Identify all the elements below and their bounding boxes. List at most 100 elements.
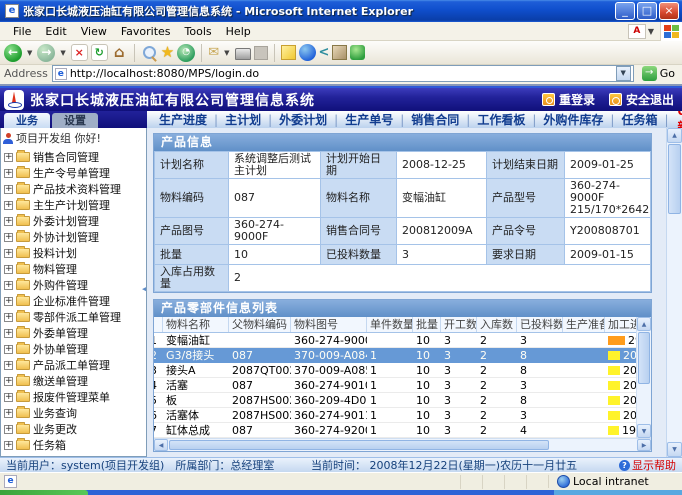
research-icon[interactable] bbox=[332, 45, 347, 60]
expand-icon[interactable] bbox=[4, 201, 13, 210]
scroll-left-icon[interactable]: ◀ bbox=[154, 439, 168, 451]
tree-item-business-query[interactable]: 业务查询 bbox=[1, 405, 146, 421]
forward-dropdown[interactable]: ▼ bbox=[58, 49, 67, 57]
table-row[interactable]: 3 接头A 2087QT002 370-009-A0850 1 10 3 2 8… bbox=[154, 363, 636, 378]
nav-purchased-stock[interactable]: 外购件库存 bbox=[543, 111, 621, 128]
menu-edit[interactable]: Edit bbox=[38, 23, 73, 40]
snagit-icon[interactable]: < bbox=[319, 45, 330, 60]
col-progress[interactable]: 加工进度 bbox=[605, 317, 636, 332]
tree-item-outsource-plan[interactable]: 外委计划管理 bbox=[1, 213, 146, 229]
refresh-button[interactable]: ↻ bbox=[91, 44, 108, 61]
scroll-thumb[interactable] bbox=[638, 332, 650, 384]
expand-icon[interactable] bbox=[4, 393, 13, 402]
table-row-selected[interactable]: 2 G3/8接头 087 370-009-A0840 1 10 3 2 8 20… bbox=[154, 348, 636, 363]
parts-table-vscrollbar[interactable]: ▲ ▼ bbox=[636, 317, 651, 438]
relogin-button[interactable]: 重登录 bbox=[542, 91, 595, 108]
mail-icon[interactable]: ✉ bbox=[208, 44, 219, 61]
tab-business[interactable]: 业务 bbox=[4, 113, 50, 128]
tree-item-scrap-mgmt[interactable]: 报废件管理菜单 bbox=[1, 389, 146, 405]
expand-icon[interactable] bbox=[4, 265, 13, 274]
expand-icon[interactable] bbox=[4, 329, 13, 338]
nav-master-plan[interactable]: 主计划 bbox=[225, 111, 279, 128]
tree-item-tech-docs[interactable]: 产品技术资料管理 bbox=[1, 181, 146, 197]
tree-item-standard-parts[interactable]: 企业标准件管理 bbox=[1, 293, 146, 309]
expand-icon[interactable] bbox=[4, 169, 13, 178]
back-dropdown[interactable]: ▼ bbox=[25, 49, 34, 57]
discuss-icon[interactable] bbox=[281, 45, 296, 60]
print-icon[interactable] bbox=[235, 48, 251, 60]
adobe-pdf-icon[interactable]: A bbox=[628, 24, 646, 39]
expand-icon[interactable] bbox=[4, 441, 13, 450]
tree-item-coop-order[interactable]: 外协单管理 bbox=[1, 341, 146, 357]
nav-work-board[interactable]: 工作看板 bbox=[477, 111, 543, 128]
minimize-button[interactable]: _ bbox=[615, 2, 635, 20]
nav-task-box[interactable]: 任务箱 bbox=[621, 111, 675, 128]
tree-item-material-mgmt[interactable]: 物料管理 bbox=[1, 261, 146, 277]
col-batch[interactable]: 批量 bbox=[413, 317, 441, 332]
scroll-down-icon[interactable]: ▼ bbox=[637, 424, 651, 438]
edit-icon[interactable] bbox=[254, 46, 268, 60]
expand-icon[interactable] bbox=[4, 409, 13, 418]
tree-item-task-box[interactable]: 任务箱 bbox=[1, 437, 146, 453]
start-button[interactable] bbox=[0, 490, 88, 495]
expand-icon[interactable] bbox=[4, 425, 13, 434]
tree-item-master-plan[interactable]: 主生产计划管理 bbox=[1, 197, 146, 213]
tree-collapse-handle[interactable]: ◀ bbox=[142, 278, 147, 300]
expand-icon[interactable] bbox=[4, 297, 13, 306]
menu-favorites[interactable]: Favorites bbox=[114, 23, 178, 40]
expand-icon[interactable] bbox=[4, 281, 13, 290]
menu-help[interactable]: Help bbox=[219, 23, 258, 40]
expand-icon[interactable] bbox=[4, 217, 13, 226]
messenger-globe-icon[interactable] bbox=[299, 44, 316, 61]
col-started[interactable]: 开工数 bbox=[441, 317, 477, 332]
menu-tools[interactable]: Tools bbox=[178, 23, 219, 40]
table-row[interactable]: 1 变幅油缸 360-274-9000F 10 3 2 3 29 % bbox=[154, 333, 636, 348]
nav-production-progress[interactable]: 生产进度 bbox=[159, 111, 225, 128]
go-button[interactable]: → Go bbox=[638, 66, 679, 81]
tree-item-delivery-order[interactable]: 缴送单管理 bbox=[1, 373, 146, 389]
maximize-button[interactable]: □ bbox=[637, 2, 657, 20]
scroll-thumb[interactable] bbox=[169, 440, 549, 450]
mail-dropdown[interactable]: ▼ bbox=[222, 49, 231, 57]
table-row[interactable]: 6 活塞体 2087HS002 360-274-9011W 1 10 3 2 3… bbox=[154, 408, 636, 423]
history-icon[interactable]: ◔ bbox=[177, 44, 195, 62]
expand-icon[interactable] bbox=[4, 185, 13, 194]
menu-view[interactable]: View bbox=[74, 23, 114, 40]
col-unit-qty[interactable]: 单件数量 bbox=[367, 317, 413, 332]
table-row[interactable]: 7 缸体总成 087 360-274-9200F 1 10 3 2 4 19 % bbox=[154, 423, 636, 438]
address-dropdown[interactable]: ▼ bbox=[616, 66, 631, 81]
badge-new-count[interactable]: 0新 bbox=[678, 111, 682, 128]
col-in-stock[interactable]: 入库数 bbox=[477, 317, 517, 332]
table-row[interactable]: 5 板 2087HS002 360-209-4D010 1 10 3 2 8 2… bbox=[154, 393, 636, 408]
tree-item-order-no[interactable]: 生产令号单管理 bbox=[1, 165, 146, 181]
scroll-thumb[interactable] bbox=[668, 144, 681, 214]
parts-table-hscrollbar[interactable]: ◀ ▶ bbox=[154, 438, 651, 451]
col-fed[interactable]: 已投料数 bbox=[517, 317, 563, 332]
close-button[interactable]: × bbox=[659, 2, 679, 20]
page-vscrollbar[interactable]: ▲ ▼ bbox=[666, 128, 682, 457]
scroll-up-icon[interactable]: ▲ bbox=[637, 317, 651, 331]
tree-item-feeding-plan[interactable]: 投料计划 bbox=[1, 245, 146, 261]
home-button[interactable]: ⌂ bbox=[111, 44, 128, 61]
tab-settings[interactable]: 设置 bbox=[52, 113, 98, 128]
expand-icon[interactable] bbox=[4, 233, 13, 242]
tree-item-part-dispatch[interactable]: 零部件派工单管理 bbox=[1, 309, 146, 325]
back-button[interactable]: ← bbox=[4, 44, 22, 62]
expand-icon[interactable] bbox=[4, 153, 13, 162]
expand-icon[interactable] bbox=[4, 313, 13, 322]
stop-button[interactable]: × bbox=[71, 44, 88, 61]
table-row[interactable]: 4 活塞 087 360-274-9010F 1 10 3 2 3 20 % bbox=[154, 378, 636, 393]
tree-item-outsource-order[interactable]: 外委单管理 bbox=[1, 325, 146, 341]
expand-icon[interactable] bbox=[4, 377, 13, 386]
col-material-name[interactable]: 物料名称 bbox=[163, 317, 229, 332]
scroll-up-icon[interactable]: ▲ bbox=[667, 128, 682, 143]
scroll-down-icon[interactable]: ▼ bbox=[667, 442, 682, 457]
show-help-link[interactable]: ? 显示帮助 bbox=[619, 457, 676, 473]
messenger-icon[interactable] bbox=[350, 45, 365, 60]
favorites-icon[interactable]: ★ bbox=[161, 44, 174, 61]
nav-sales-contract[interactable]: 销售合同 bbox=[411, 111, 477, 128]
logout-button[interactable]: 安全退出 bbox=[609, 91, 674, 108]
tree-item-sales-contract[interactable]: 销售合同管理 bbox=[1, 149, 146, 165]
scroll-right-icon[interactable]: ▶ bbox=[637, 439, 651, 451]
search-icon[interactable] bbox=[141, 44, 158, 61]
